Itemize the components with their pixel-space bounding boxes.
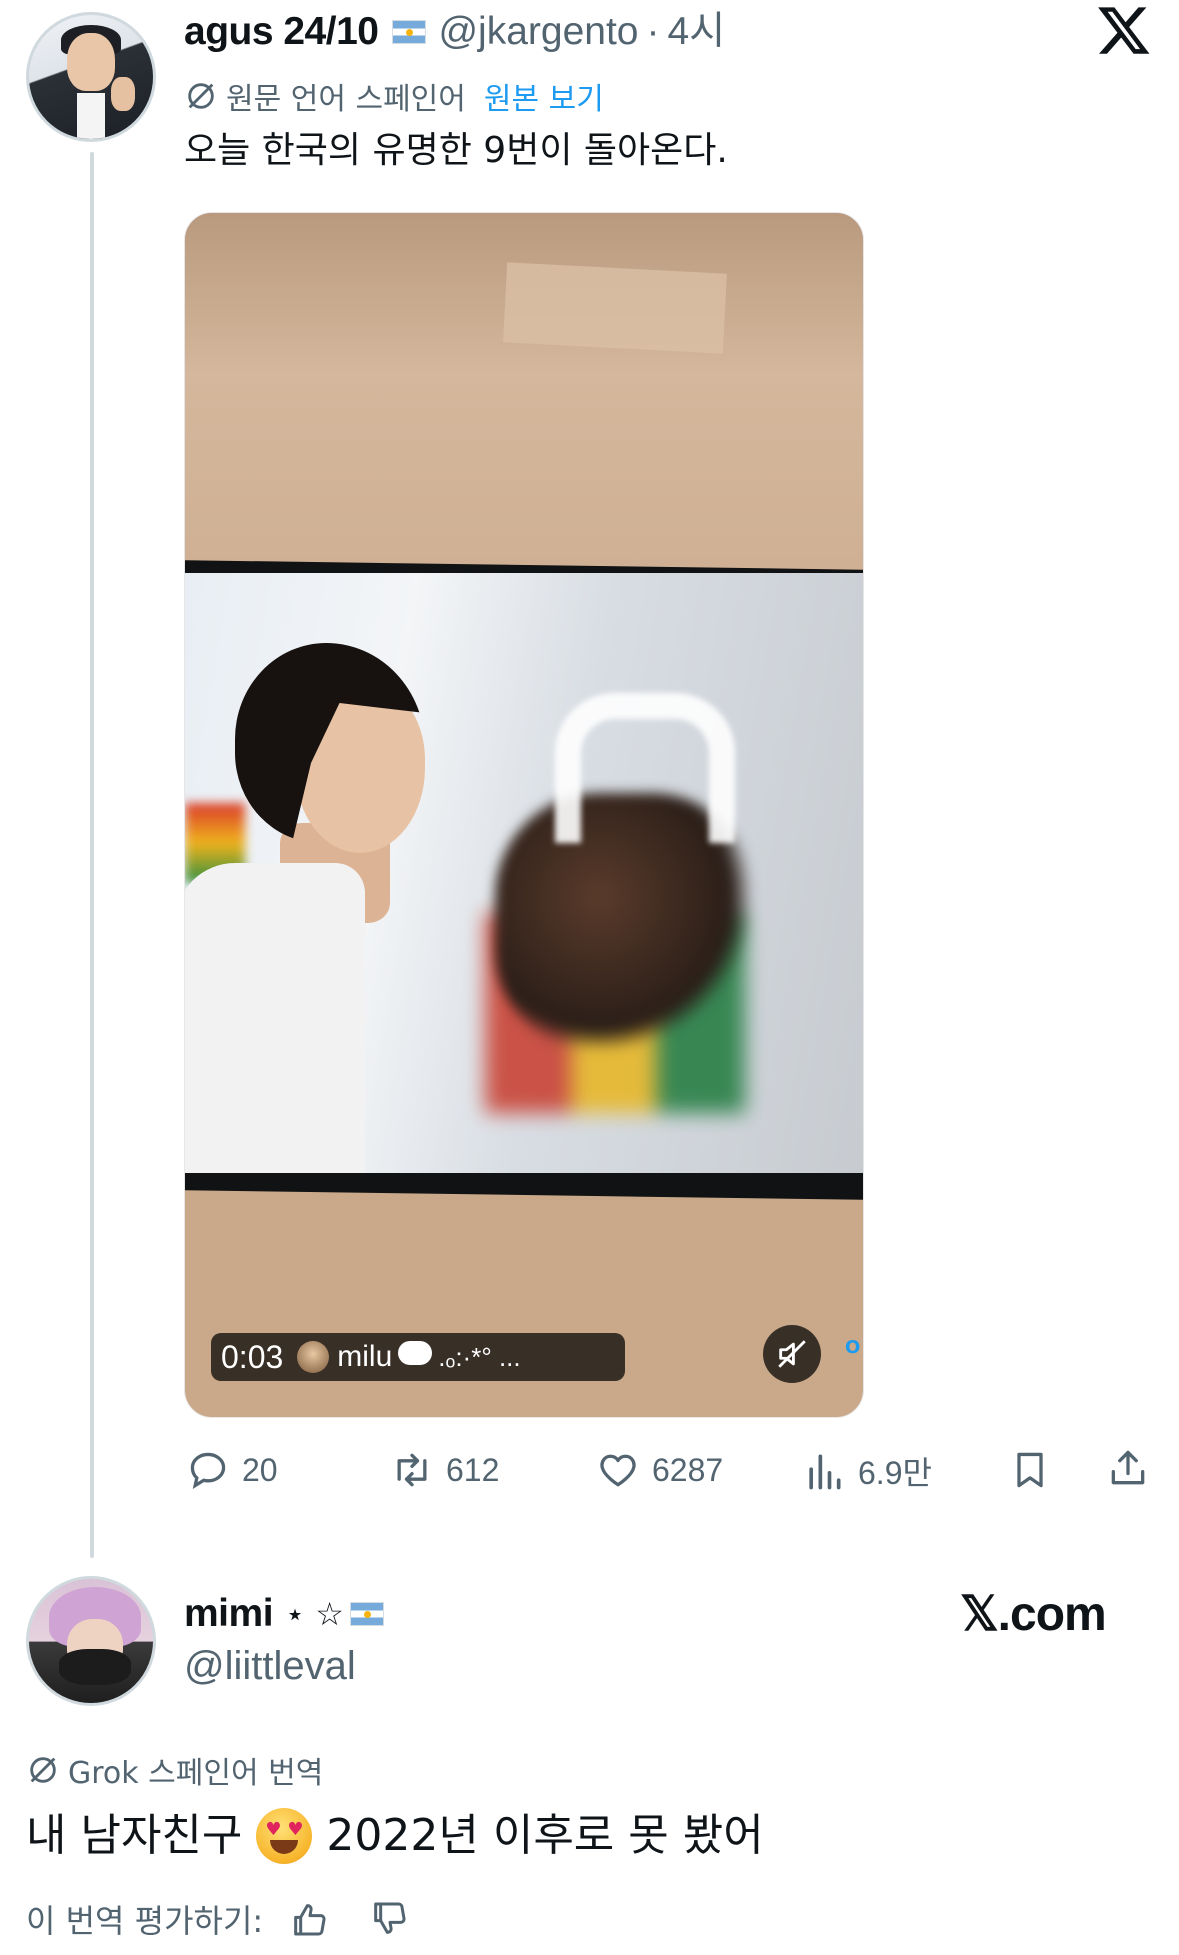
like-count: 6287 [652, 1451, 724, 1488]
avatar-hands [59, 1649, 131, 1685]
views-icon [809, 1454, 841, 1490]
reply-action[interactable]: 20 [186, 1448, 278, 1492]
author-display-name[interactable]: agus 24/10 [184, 8, 379, 56]
reply-text-after: 2022년 이후로 못 봤어 [326, 1810, 764, 1861]
reply-name-suffix: ⋆ ☆ [285, 1595, 344, 1633]
author-avatar[interactable] [26, 12, 156, 142]
reply-text-before: 내 남자친구 [26, 1810, 243, 1861]
rate-translation-label: 이 번역 평가하기: [26, 1902, 264, 1940]
repost-count: 612 [446, 1451, 500, 1488]
reply-display-name[interactable]: mimi [184, 1590, 274, 1638]
show-original-link[interactable]: 원본 보기 [484, 74, 604, 118]
rate-translation: 이 번역 평가하기: [26, 1896, 409, 1942]
translation-label: 원문 언어 스페인어 [226, 82, 466, 117]
creator-mini-avatar [297, 1341, 330, 1373]
reply-text: 내 남자친구 ♥ ♥ 2022년 이후로 못 봤어 [26, 1808, 764, 1864]
video-creator-name[interactable]: milu [337, 1340, 392, 1374]
repost-icon [397, 1453, 427, 1487]
author-handle[interactable]: @jkargento [438, 8, 638, 56]
thumbs-down-icon[interactable] [369, 1899, 409, 1939]
like-action[interactable]: 6287 [596, 1448, 723, 1492]
video-timestamp: 0:03 [221, 1338, 284, 1375]
grok-translation-notice: Grok 스페인어 번역 [26, 1748, 323, 1792]
thumbs-up-icon[interactable] [289, 1899, 329, 1939]
argentina-flag-icon [349, 1602, 384, 1626]
video-info-bar: 0:03 milu .ₒ:·*° ... [211, 1333, 625, 1381]
tweet-time[interactable]: 4시 [668, 8, 726, 56]
translation-notice: 원문 언어 스페인어 원본 보기 [184, 74, 604, 118]
view-count: 6.9만 [858, 1455, 932, 1491]
video-sign [555, 693, 735, 843]
mute-icon [778, 1340, 806, 1368]
avatar-face [67, 33, 115, 91]
heart-eyes-emoji: ♥ ♥ [256, 1808, 313, 1864]
argentina-flag-icon [392, 20, 427, 44]
globe-slash-icon [188, 83, 214, 109]
repost-action[interactable]: 612 [390, 1448, 499, 1492]
share-button[interactable] [1106, 1446, 1150, 1494]
video-creator-suffix: .ₒ:·*° ... [438, 1341, 521, 1372]
globe-slash-icon [30, 1757, 56, 1783]
bookmark-icon [1017, 1452, 1043, 1488]
video-screen [185, 573, 863, 1173]
video-wall-patch [503, 262, 727, 354]
bookmark-button[interactable] [1008, 1448, 1052, 1496]
thread-line [90, 152, 94, 1558]
video-player-shirt [185, 863, 365, 1173]
x-logo-icon [1096, 2, 1152, 68]
mute-button[interactable] [763, 1325, 821, 1383]
reply-handle[interactable]: @liittleval [184, 1642, 356, 1690]
video-corner-label: O [845, 1337, 861, 1358]
header-separator: · [646, 10, 660, 53]
views-action[interactable]: 6.9만 [802, 1448, 932, 1494]
grok-translation-label: Grok 스페인어 번역 [68, 1756, 324, 1791]
avatar-shirt [77, 93, 105, 139]
reply-count: 20 [242, 1451, 278, 1488]
tweet-text: 오늘 한국의 유명한 9번이 돌아온다. [184, 130, 728, 171]
share-icon [1111, 1450, 1145, 1485]
avatar-hand [111, 77, 135, 111]
reply-header: mimi ⋆ ☆ [184, 1590, 396, 1638]
like-icon [600, 1454, 636, 1487]
tweet-header: agus 24/10 @jkargento · 4시 [184, 8, 725, 56]
reply-author-avatar[interactable] [26, 1576, 156, 1706]
x-com-brand: 𝕏.com [960, 1588, 1107, 1641]
tweet-video[interactable]: O 0:03 milu .ₒ:·*° ... [184, 212, 864, 1418]
thought-cloud-icon [398, 1341, 433, 1365]
reply-icon [190, 1452, 226, 1490]
